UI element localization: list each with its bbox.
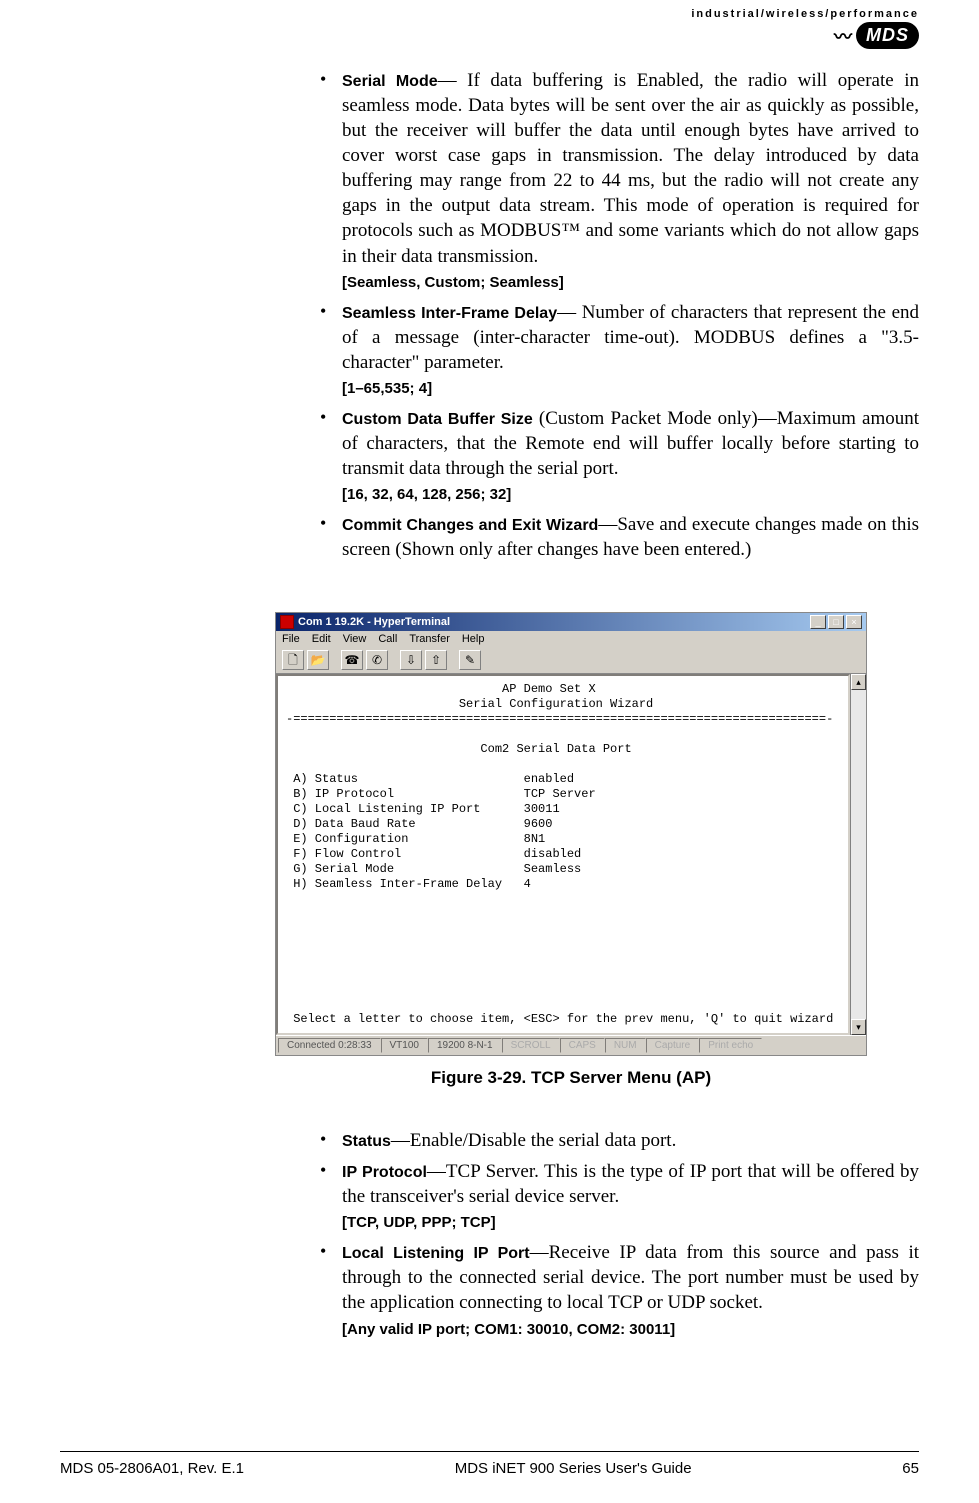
bullet-options: [1–65,535; 4] bbox=[342, 380, 432, 397]
bullet-item: IP Protocol—TCP Server. This is the type… bbox=[318, 1159, 919, 1234]
app-icon bbox=[280, 615, 294, 629]
bullet-list-top: Serial Mode— If data buffering is Enable… bbox=[318, 68, 919, 562]
toolbar-open-icon[interactable]: 📂 bbox=[307, 650, 329, 670]
bullet-term: Status bbox=[342, 1133, 391, 1150]
bullet-item: Local Listening IP Port—Receive IP data … bbox=[318, 1240, 919, 1340]
header-logo: 〰 MDS bbox=[834, 22, 919, 49]
figure-container: Com 1 19.2K - HyperTerminal _ □ × File Ed… bbox=[275, 612, 867, 1088]
bullet-item: Seamless Inter-Frame Delay— Number of ch… bbox=[318, 300, 919, 400]
status-settings: 19200 8-N-1 bbox=[428, 1038, 502, 1053]
vertical-scrollbar[interactable]: ▴ ▾ bbox=[850, 674, 866, 1035]
titlebar: Com 1 19.2K - HyperTerminal _ □ × bbox=[276, 613, 866, 631]
bullet-term: Seamless Inter-Frame Delay bbox=[342, 305, 557, 322]
status-connected: Connected 0:28:33 bbox=[278, 1038, 381, 1053]
bullet-term: Serial Mode bbox=[342, 73, 438, 90]
bullet-options: [TCP, UDP, PPP; TCP] bbox=[342, 1214, 496, 1231]
bullet-term: Local Listening IP Port bbox=[342, 1245, 530, 1262]
footer-right: 65 bbox=[902, 1460, 919, 1477]
toolbar: 🗋 📂 ☎ ✆ ⇩ ⇧ ✎ bbox=[276, 647, 866, 674]
content-bottom: Status—Enable/Disable the serial data po… bbox=[318, 1128, 919, 1347]
logo-text: MDS bbox=[856, 22, 919, 49]
scroll-up-icon[interactable]: ▴ bbox=[851, 674, 866, 690]
statusbar: Connected 0:28:33 VT100 19200 8-N-1 SCRO… bbox=[276, 1035, 866, 1055]
status-scroll: SCROLL bbox=[502, 1038, 560, 1053]
status-capture: Capture bbox=[646, 1038, 700, 1053]
toolbar-send-icon[interactable]: ⇩ bbox=[400, 650, 422, 670]
status-emulation: VT100 bbox=[381, 1038, 428, 1053]
bullet-options: [Any valid IP port; COM1: 30010, COM2: 3… bbox=[342, 1321, 675, 1338]
status-caps: CAPS bbox=[560, 1038, 605, 1053]
logo-wave-icon: 〰 bbox=[834, 23, 852, 49]
scroll-down-icon[interactable]: ▾ bbox=[851, 1019, 866, 1035]
status-num: NUM bbox=[605, 1038, 646, 1053]
terminal-body: AP Demo Set X Serial Configuration Wizar… bbox=[276, 674, 850, 1035]
bullet-description: —Enable/Disable the serial data port. bbox=[391, 1130, 676, 1151]
menu-item[interactable]: Edit bbox=[312, 633, 331, 645]
bullet-list-bottom: Status—Enable/Disable the serial data po… bbox=[318, 1128, 919, 1341]
menu-item[interactable]: Transfer bbox=[409, 633, 450, 645]
toolbar-properties-icon[interactable]: ✎ bbox=[459, 650, 481, 670]
footer-left: MDS 05-2806A01, Rev. E.1 bbox=[60, 1460, 244, 1477]
bullet-description: —TCP Server. This is the type of IP port… bbox=[342, 1161, 919, 1207]
bullet-term: Commit Changes and Exit Wizard bbox=[342, 517, 598, 534]
minimize-button[interactable]: _ bbox=[810, 615, 826, 629]
bullet-term: IP Protocol bbox=[342, 1164, 427, 1181]
terminal-window: Com 1 19.2K - HyperTerminal _ □ × File Ed… bbox=[275, 612, 867, 1056]
footer-center: MDS iNET 900 Series User's Guide bbox=[455, 1460, 692, 1477]
toolbar-receive-icon[interactable]: ⇧ bbox=[425, 650, 447, 670]
bullet-description: — If data buffering is Enabled, the radi… bbox=[342, 70, 919, 267]
bullet-options: [16, 32, 64, 128, 256; 32] bbox=[342, 486, 511, 503]
maximize-button[interactable]: □ bbox=[828, 615, 844, 629]
header-tagline: industrial/wireless/performance bbox=[691, 8, 919, 20]
window-title: Com 1 19.2K - HyperTerminal bbox=[298, 616, 450, 628]
footer: MDS 05-2806A01, Rev. E.1 MDS iNET 900 Se… bbox=[60, 1451, 919, 1477]
bullet-options: [Seamless, Custom; Seamless] bbox=[342, 274, 564, 291]
content-top: Serial Mode— If data buffering is Enable… bbox=[318, 68, 919, 568]
menu-item[interactable]: View bbox=[343, 633, 367, 645]
scroll-track[interactable] bbox=[851, 690, 866, 1019]
bullet-term: Custom Data Buffer Size bbox=[342, 411, 533, 428]
toolbar-disconnect-icon[interactable]: ✆ bbox=[366, 650, 388, 670]
close-button[interactable]: × bbox=[846, 615, 862, 629]
menu-item[interactable]: File bbox=[282, 633, 300, 645]
bullet-item: Custom Data Buffer Size (Custom Packet M… bbox=[318, 406, 919, 506]
status-print: Print echo bbox=[699, 1038, 762, 1053]
menu-item[interactable]: Help bbox=[462, 633, 485, 645]
menu-item[interactable]: Call bbox=[378, 633, 397, 645]
toolbar-connect-icon[interactable]: ☎ bbox=[341, 650, 363, 670]
bullet-item: Status—Enable/Disable the serial data po… bbox=[318, 1128, 919, 1153]
bullet-item: Commit Changes and Exit Wizard—Save and … bbox=[318, 512, 919, 562]
figure-caption: Figure 3-29. TCP Server Menu (AP) bbox=[275, 1068, 867, 1088]
menubar: File Edit View Call Transfer Help bbox=[276, 631, 866, 647]
toolbar-new-icon[interactable]: 🗋 bbox=[282, 650, 304, 670]
bullet-item: Serial Mode— If data buffering is Enable… bbox=[318, 68, 919, 294]
